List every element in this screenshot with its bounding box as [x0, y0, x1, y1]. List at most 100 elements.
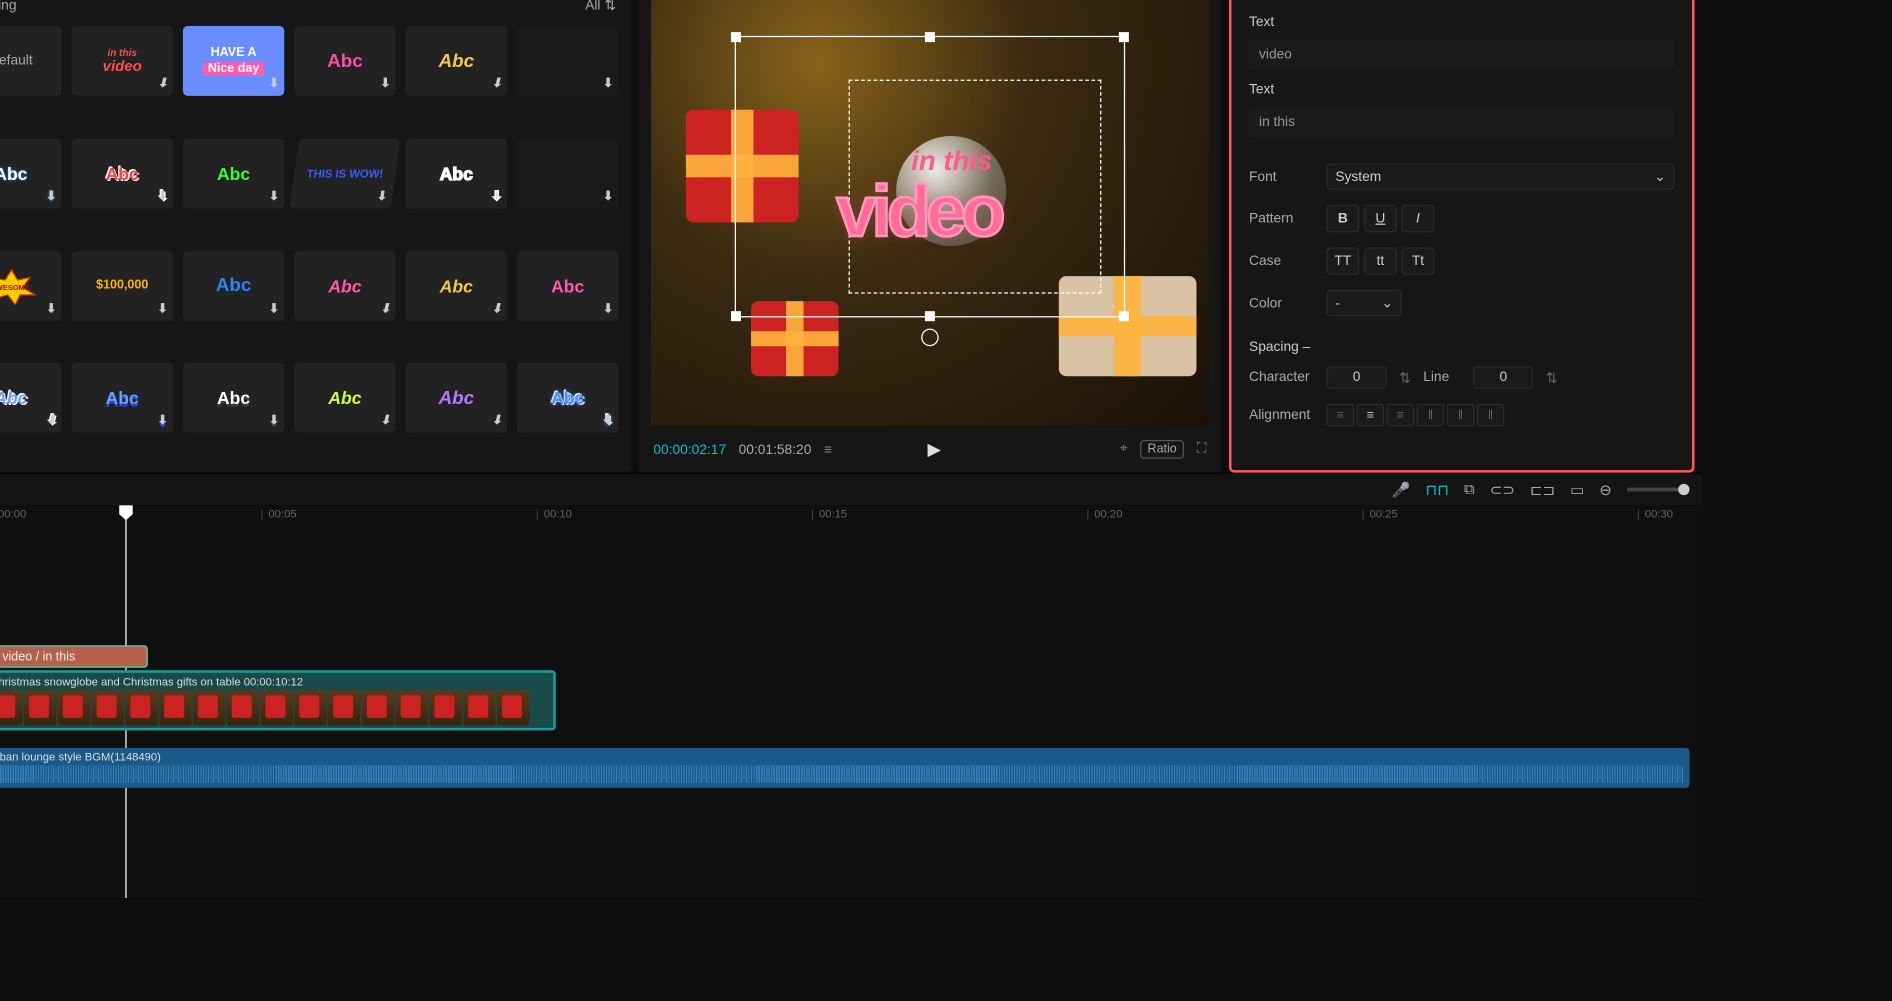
download-icon[interactable]: ⬇ [46, 414, 56, 428]
download-icon[interactable]: ⬇ [380, 77, 390, 91]
text-preset[interactable]: Abc⬇ [294, 26, 395, 96]
play-button[interactable]: ▶ [928, 439, 941, 460]
case-title-button[interactable]: Tt [1402, 247, 1435, 275]
download-icon[interactable]: ⬇ [46, 302, 56, 316]
download-icon[interactable]: ⬇ [380, 414, 390, 428]
download-icon[interactable]: ⬇ [157, 78, 167, 91]
text-preset[interactable]: $100,000⬇ [72, 250, 173, 320]
duration: 00:01:58:20 [739, 442, 812, 457]
text-clip[interactable]: ≡ video / in this [0, 645, 148, 668]
text-input-2[interactable] [1249, 107, 1674, 137]
text-preset[interactable]: Abc⬇ [183, 250, 284, 320]
preview-icon[interactable]: ⊏⊐ [1530, 481, 1555, 499]
download-icon[interactable]: ⬇ [603, 77, 613, 91]
align-left[interactable]: ≡ [1327, 404, 1355, 427]
text-preset[interactable]: Abc⬇ [183, 138, 284, 208]
text-preset[interactable]: Abc⬇ [406, 363, 507, 433]
case-label: Case [1249, 254, 1314, 269]
zoom-out-icon[interactable]: ⊖ [1599, 481, 1612, 499]
focus-icon[interactable]: ⌖ [1120, 441, 1128, 457]
inspector-panel: Text Tracking Text-to-speech AI Characte… [1229, 0, 1694, 473]
text-label: Text [1249, 10, 1674, 33]
text-preset[interactable]: Abc⬇ [183, 363, 284, 433]
download-icon[interactable]: ⬇ [603, 189, 613, 203]
media-panel: ▣Import ◉Audio T|Text ☺Stickers ✦Effects… [0, 0, 631, 473]
align-v1[interactable]: ‖ [1417, 404, 1445, 427]
text-preset[interactable]: in thisvideo⬇ [72, 26, 173, 96]
video-clip[interactable]: Christmas snowglobe and Christmas gifts … [0, 670, 556, 730]
text-preset[interactable]: Abc⬇ [72, 363, 173, 433]
download-icon[interactable]: ⬇ [269, 77, 279, 91]
text-preset[interactable]: Abc⬇ [517, 363, 618, 433]
fullscreen-icon[interactable]: ⛶ [1197, 441, 1207, 457]
volume-icon[interactable]: ≡ [824, 442, 832, 457]
settings-icon[interactable]: ▭ [1570, 481, 1584, 499]
download-icon[interactable]: ⬇ [157, 189, 167, 203]
text-preset[interactable]: Abc⬇ [406, 138, 507, 208]
text-preset[interactable]: ⬇ [517, 26, 618, 96]
download-icon[interactable]: ⬇ [376, 189, 388, 203]
text-preset[interactable]: Abc⬇ [406, 250, 507, 320]
alignment-label: Alignment [1249, 408, 1314, 423]
case-lower-button[interactable]: tt [1364, 247, 1397, 275]
bold-button[interactable]: B [1327, 205, 1360, 233]
text-preset[interactable]: Abc⬇ [72, 138, 173, 208]
text-preset[interactable]: Abc⬇ [0, 363, 62, 433]
align-v3[interactable]: ‖ [1477, 404, 1505, 427]
download-icon[interactable]: ⬇ [603, 414, 613, 428]
text-preset[interactable]: HAVE ANice day⬇ [183, 26, 284, 96]
download-icon[interactable]: ⬇ [269, 414, 279, 428]
character-spacing-input[interactable] [1327, 366, 1387, 389]
font-label: Font [1249, 169, 1314, 184]
timeline-ruler[interactable]: 00:00 00:05 00:10 00:15 00:20 00:25 00:3… [0, 505, 1702, 528]
audio-clip[interactable]: Urban lounge style BGM(1148490) [0, 748, 1689, 788]
player-viewport[interactable]: in this video [651, 0, 1209, 426]
svg-text:AWESOME!: AWESOME! [0, 282, 32, 291]
pattern-label: Pattern [1249, 211, 1314, 226]
download-icon[interactable]: ⬇ [491, 414, 501, 428]
color-select[interactable]: -⌄ [1327, 290, 1402, 316]
magnet-icon[interactable]: ⊓⊓ [1426, 481, 1449, 499]
zoom-slider[interactable] [1627, 488, 1690, 492]
spacing-section[interactable]: Spacing – [1249, 327, 1674, 355]
case-upper-button[interactable]: TT [1327, 247, 1360, 275]
text-preset[interactable]: ⬇ [517, 138, 618, 208]
download-icon[interactable]: ⬇ [157, 302, 167, 316]
align-center[interactable]: ≡ [1357, 404, 1385, 427]
download-icon[interactable]: ⬇ [603, 302, 613, 316]
rotate-handle[interactable] [921, 328, 939, 346]
grid-filter[interactable]: All ⇅ [585, 0, 616, 13]
download-icon[interactable]: ⬇ [269, 302, 279, 316]
player-panel: Player ≡ in this video 00:00:02:17 00:01… [638, 0, 1221, 473]
download-icon[interactable]: ⬇ [269, 189, 279, 203]
download-icon[interactable]: ⬇ [46, 189, 56, 203]
text-preset[interactable]: AWESOME! ⬇ [0, 250, 62, 320]
text-preset[interactable]: Abc⬇ [0, 138, 62, 208]
text-overlay[interactable]: in this video [836, 145, 1001, 254]
download-icon[interactable]: ⬇ [157, 414, 167, 428]
download-icon[interactable]: ⬇ [491, 302, 501, 316]
align-v2[interactable]: ‖ [1447, 404, 1475, 427]
chain-icon[interactable]: ⊂⊃ [1490, 481, 1515, 499]
text-preset[interactable]: Abc⬇ [517, 250, 618, 320]
text-label: Text [1249, 77, 1674, 100]
download-icon[interactable]: ⬇ [491, 77, 501, 91]
link-icon[interactable]: ⧉ [1464, 480, 1475, 499]
underline-button[interactable]: U [1364, 205, 1397, 233]
text-input-1[interactable] [1249, 40, 1674, 70]
download-icon[interactable]: ⬇ [491, 189, 501, 203]
align-right[interactable]: ≡ [1387, 404, 1415, 427]
line-spacing-input[interactable] [1473, 366, 1533, 389]
text-preset[interactable]: Abc⬇ [406, 26, 507, 96]
mic-icon[interactable]: 🎤 [1392, 481, 1411, 499]
text-preset[interactable]: Abc⬇ [294, 363, 395, 433]
download-icon[interactable]: ⬇ [380, 302, 390, 316]
text-preset[interactable]: Abc⬇ [294, 250, 395, 320]
text-preset[interactable]: Default [0, 26, 62, 96]
color-label: Color [1249, 296, 1314, 311]
text-preset[interactable]: THIS IS WOW!⬇ [289, 138, 400, 208]
italic-button[interactable]: I [1402, 205, 1435, 233]
grid-heading: Trending [0, 0, 17, 13]
font-select[interactable]: System⌄ [1327, 164, 1675, 190]
ratio-button[interactable]: Ratio [1140, 440, 1184, 459]
